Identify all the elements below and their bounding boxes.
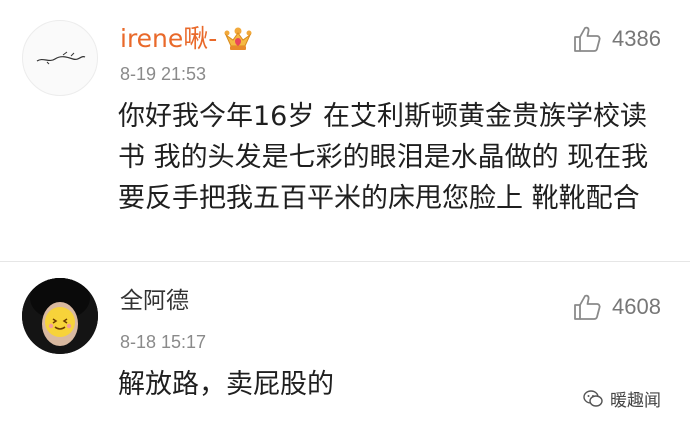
watermark-text: 暖趣闻 <box>610 391 661 411</box>
like-count: 4608 <box>612 294 661 319</box>
timestamp: 8-19 21:53 <box>120 64 207 84</box>
username[interactable]: 全阿德 <box>120 286 189 316</box>
username[interactable]: irene啾- <box>120 24 217 54</box>
like-count: 4386 <box>612 26 661 51</box>
comment-text: 解放路，卖屁股的 <box>118 369 334 400</box>
thumbs-up-icon <box>574 294 601 320</box>
like-button[interactable]: 4386 <box>572 24 661 54</box>
avatar[interactable] <box>22 20 98 96</box>
name-row: irene啾- <box>120 24 253 54</box>
wechat-icon <box>583 389 603 407</box>
like-button[interactable]: 4608 <box>572 292 661 322</box>
signature-doodle-icon <box>36 51 86 65</box>
thumbs-up-icon <box>574 26 601 52</box>
emoji-face-avatar-icon <box>22 278 98 354</box>
timestamp: 8-18 15:17 <box>120 332 207 352</box>
avatar[interactable] <box>22 278 98 354</box>
comment-text: 你好我今年16岁 在艾利斯顿黄金贵族学校读书 我的头发是七彩的眼泪是水晶做的 现… <box>118 101 649 214</box>
comment-item: irene啾- 8-19 21:53 4386 你好我今年16岁 在艾利斯顿黄金… <box>0 0 690 262</box>
crown-badge-icon <box>224 27 252 50</box>
watermark: 暖趣闻 <box>582 386 661 411</box>
name-row: 全阿德 <box>120 286 189 316</box>
